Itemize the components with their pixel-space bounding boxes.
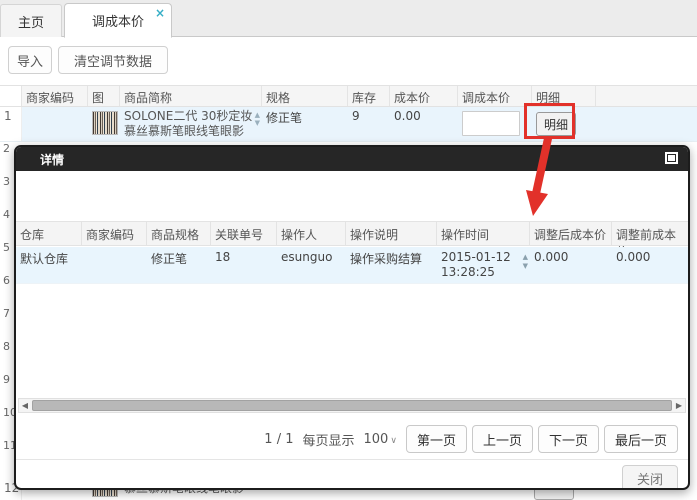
chevron-down-icon[interactable]: ▼	[523, 262, 528, 271]
cell-image	[88, 107, 120, 141]
modal-table-header: 仓库 商家编码 商品规格 关联单号 操作人 操作说明 操作时间 调整后成本价 调…	[16, 221, 688, 259]
clear-adjust-data-button[interactable]: 清空调节数据	[58, 46, 168, 74]
row-number: 2	[3, 142, 10, 155]
row-number: 3	[3, 175, 10, 188]
col-rownum	[0, 86, 22, 106]
cell-time: 2015-01-12 13:28:25 ▲ ▼	[441, 250, 528, 279]
col-operator[interactable]: 操作人	[277, 222, 346, 245]
cell-spec: 修正笔	[151, 252, 188, 266]
cell-related-no: 18	[215, 250, 231, 264]
last-page-button[interactable]: 最后一页	[603, 425, 678, 453]
col-adjust-price[interactable]: 调成本价	[458, 86, 532, 106]
detail-modal: 详情 仓库 商家编码 商品规格 关联单号 操作人 操作说明 操作时间 调整后成本…	[14, 145, 690, 490]
chevron-down-icon[interactable]: ▼	[255, 119, 260, 127]
page-indicator: 1 / 1	[264, 431, 294, 447]
row-number: 11	[3, 439, 17, 452]
tab-label: 调成本价	[91, 15, 144, 30]
cell-product-name: SOLONE二代 30秒定妆 慕丝慕斯笔眼线笔眼影 ▲ ▼	[120, 107, 262, 141]
cell-stock: 9	[352, 109, 360, 123]
barcode-thumbnail[interactable]	[92, 111, 118, 135]
cell-warehouse: 默认仓库	[20, 252, 69, 266]
tab-home[interactable]: 主页	[0, 4, 62, 37]
col-warehouse[interactable]: 仓库	[16, 222, 82, 245]
row-index: 1	[0, 107, 22, 141]
product-name-line2: 慕丝慕斯笔眼线笔眼影	[124, 124, 245, 138]
prev-page-button[interactable]: 上一页	[471, 425, 533, 453]
col-filler	[596, 86, 697, 106]
chevron-down-icon: ∨	[390, 435, 397, 446]
col-stock[interactable]: 库存	[348, 86, 390, 106]
tab-bar: 主页 调成本价 ×	[0, 0, 697, 38]
row-number: 10	[3, 406, 17, 419]
row-number: 8	[3, 340, 10, 353]
footer-divider	[16, 459, 688, 460]
product-name-line1: SOLONE二代 30秒定妆	[124, 109, 253, 123]
cell-cost-before: 0.000	[616, 250, 651, 264]
first-page-button[interactable]: 第一页	[405, 425, 467, 453]
per-page-select[interactable]: 100 ∨	[364, 432, 397, 447]
annotation-highlight-rect	[524, 103, 575, 139]
toolbar: 导入 清空调节数据	[0, 38, 697, 84]
table-row[interactable]: 1 SOLONE二代 30秒定妆 慕丝慕斯笔眼线笔眼影 ▲ ▼ 修正笔 9 0.…	[0, 107, 697, 142]
per-page-label: 每页显示	[302, 433, 355, 449]
col-related-no[interactable]: 关联单号	[211, 222, 277, 245]
col-cost-price[interactable]: 成本价	[390, 86, 458, 106]
cell-merchant-code	[22, 107, 88, 141]
col-image[interactable]: 图片	[88, 86, 120, 122]
scroll-right-icon[interactable]: ▶	[673, 401, 685, 410]
tab-adjust-cost[interactable]: 调成本价 ×	[64, 3, 172, 38]
cell-filler	[596, 107, 697, 141]
page: 主页 调成本价 × 导入 清空调节数据 商家编码 图片 商品简称 规格 库存 成…	[0, 0, 697, 500]
col-spec[interactable]: 商品规格	[147, 222, 211, 245]
import-button[interactable]: 导入	[8, 46, 52, 74]
close-icon[interactable]: ×	[155, 7, 165, 19]
col-merchant-code[interactable]: 商家编码	[82, 222, 147, 245]
row-expander[interactable]: ▲ ▼	[255, 111, 260, 127]
col-product-name[interactable]: 商品简称	[120, 86, 262, 106]
table-row[interactable]: 默认仓库 修正笔 18 esunguo 操作采购结算 2015-01-12 13…	[16, 247, 688, 284]
row-number: 5	[3, 241, 10, 254]
maximize-icon[interactable]	[665, 152, 678, 164]
pagination: 1 / 1 每页显示 100 ∨ 第一页 上一页 下一页 最后一页	[264, 424, 678, 454]
cell-spec: 修正笔	[266, 111, 303, 125]
chevron-up-icon[interactable]: ▲	[523, 253, 528, 262]
chevron-up-icon[interactable]: ▲	[255, 111, 260, 119]
row-number: 4	[3, 208, 10, 221]
adjust-price-input[interactable]	[462, 111, 520, 136]
col-cost-after[interactable]: 调整后成本价	[530, 222, 612, 245]
cell-cost-price: 0.00	[394, 109, 421, 123]
col-cost-before[interactable]: 调整前成本价	[612, 222, 688, 259]
horizontal-scrollbar[interactable]: ◀ ▶	[18, 398, 686, 413]
row-expander[interactable]: ▲ ▼	[523, 253, 528, 271]
modal-header[interactable]: 详情	[16, 147, 688, 171]
close-modal-button[interactable]: 关闭	[622, 465, 678, 488]
next-page-button[interactable]: 下一页	[537, 425, 599, 453]
cell-adjust-price	[458, 107, 532, 141]
col-spec[interactable]: 规格	[262, 86, 348, 106]
scroll-left-icon[interactable]: ◀	[19, 401, 31, 410]
row-number: 6	[3, 274, 10, 287]
col-time[interactable]: 操作时间	[437, 222, 530, 245]
cell-description: 操作采购结算	[350, 252, 423, 266]
row-number: 9	[3, 373, 10, 386]
row-number-gutter: 2 3 4 5 6 7 8 9 10 11	[0, 142, 17, 472]
cell-cost-after: 0.000	[534, 250, 569, 264]
main-table-header: 商家编码 图片 商品简称 规格 库存 成本价 调成本价 明细	[0, 85, 697, 122]
scrollbar-thumb[interactable]	[32, 400, 672, 411]
row-number: 7	[3, 307, 10, 320]
col-description[interactable]: 操作说明	[346, 222, 437, 245]
cell-operator: esunguo	[281, 250, 333, 264]
cell-merchant-code	[82, 247, 147, 283]
col-merchant-code[interactable]: 商家编码	[22, 86, 88, 106]
modal-title: 详情	[40, 152, 65, 167]
